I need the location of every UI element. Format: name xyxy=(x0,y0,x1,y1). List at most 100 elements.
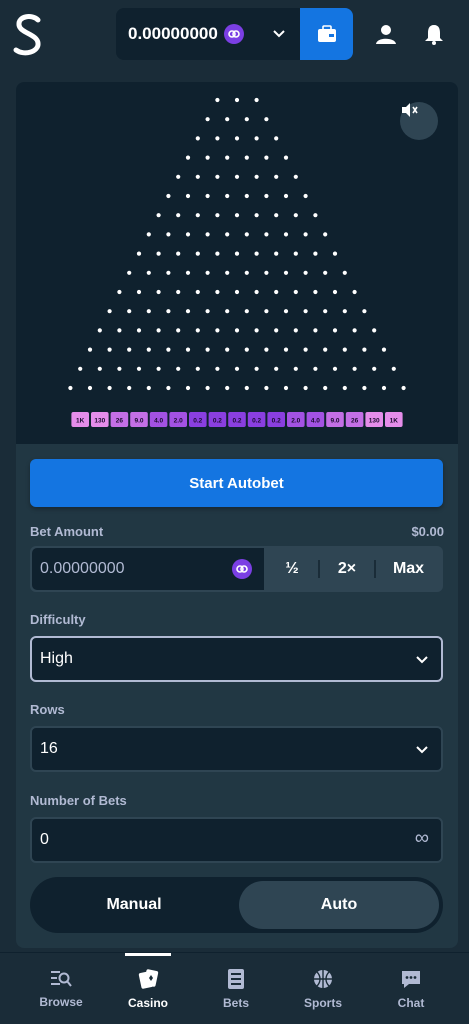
peg xyxy=(176,251,181,256)
peg xyxy=(264,193,269,199)
peg xyxy=(323,385,328,391)
peg xyxy=(293,174,298,179)
chevron-down-icon xyxy=(273,30,285,38)
sound-toggle-button[interactable] xyxy=(400,102,438,140)
peg xyxy=(352,328,357,333)
nav-bets-label: Bets xyxy=(222,996,249,1010)
difficulty-select[interactable]: High xyxy=(30,636,443,682)
nav-bets[interactable]: Bets xyxy=(189,953,283,1024)
peg xyxy=(136,251,142,256)
number-of-bets-input[interactable]: 0 ∞ xyxy=(30,817,443,863)
peg xyxy=(293,251,298,256)
bet-amount-input[interactable]: 0.00000000 xyxy=(32,548,264,590)
multiplier-slot: 4.0 xyxy=(149,412,168,427)
notifications-button[interactable] xyxy=(416,16,452,52)
peg xyxy=(97,366,102,371)
peg xyxy=(127,309,132,314)
wallet-button[interactable] xyxy=(300,8,353,60)
peg xyxy=(264,155,269,160)
peg xyxy=(264,117,269,122)
auto-tab[interactable]: Auto xyxy=(239,881,439,929)
peg xyxy=(215,213,220,218)
peg xyxy=(87,385,93,391)
nav-sports[interactable]: Sports xyxy=(276,953,370,1024)
peg xyxy=(195,289,200,295)
multiplier-slot: 0.2 xyxy=(208,412,227,427)
peg xyxy=(176,289,181,295)
user-button[interactable] xyxy=(368,16,404,52)
peg xyxy=(176,328,181,333)
peg xyxy=(195,174,200,179)
balance-selector[interactable]: 0.00000000 xyxy=(116,8,300,60)
peg xyxy=(362,385,367,391)
peg xyxy=(274,328,279,333)
peg xyxy=(254,213,259,218)
peg xyxy=(323,270,328,275)
multiplier-label: 1K xyxy=(390,418,399,425)
half-bet-button[interactable]: ½ xyxy=(266,548,318,590)
nav-browse[interactable]: Browse xyxy=(14,953,108,1024)
start-autobet-button[interactable]: Start Autobet xyxy=(30,459,443,507)
peg xyxy=(107,347,112,352)
multiplier-label: 0.2 xyxy=(193,418,202,425)
peg xyxy=(156,213,161,218)
peg xyxy=(166,347,171,352)
peg xyxy=(127,347,132,352)
peg xyxy=(323,347,328,352)
peg xyxy=(401,385,406,391)
mode-toggle: Manual Auto xyxy=(30,877,443,933)
peg xyxy=(225,232,230,237)
peg xyxy=(185,155,191,160)
peg xyxy=(293,213,298,218)
peg xyxy=(332,328,338,333)
multiplier-label: 2.0 xyxy=(291,418,300,425)
multiplier-slot: 1K xyxy=(71,412,89,427)
peg xyxy=(195,328,200,333)
peg xyxy=(274,251,279,256)
peg xyxy=(225,385,230,391)
peg xyxy=(303,232,308,237)
peg xyxy=(185,347,191,352)
peg xyxy=(215,136,220,141)
nav-chat[interactable]: Chat xyxy=(364,953,458,1024)
peg xyxy=(166,309,171,314)
peg xyxy=(362,347,367,352)
peg xyxy=(244,347,249,352)
nav-sports-label: Sports xyxy=(303,996,342,1010)
peg xyxy=(254,289,259,295)
manual-tab[interactable]: Manual xyxy=(34,881,234,929)
peg xyxy=(107,385,112,391)
peg xyxy=(274,174,279,179)
logo-icon[interactable] xyxy=(10,12,48,58)
peg xyxy=(136,328,142,333)
max-bet-button[interactable]: Max xyxy=(376,548,441,590)
peg xyxy=(313,251,318,256)
peg xyxy=(87,347,93,352)
peg xyxy=(274,213,279,218)
peg xyxy=(264,385,269,391)
rows-label: Rows xyxy=(30,702,65,717)
user-icon xyxy=(376,25,396,44)
casino-icon xyxy=(138,969,159,989)
peg xyxy=(205,309,210,314)
multiplier-label: 4.0 xyxy=(311,418,320,425)
peg xyxy=(166,232,171,237)
multiplier-label: 0.2 xyxy=(252,418,261,425)
bets-icon xyxy=(228,969,244,989)
peg xyxy=(342,270,347,275)
nav-casino[interactable]: Casino xyxy=(101,953,195,1024)
peg xyxy=(283,155,289,160)
peg xyxy=(303,347,308,352)
peg xyxy=(225,347,230,352)
peg xyxy=(254,366,259,371)
peg xyxy=(303,385,308,391)
peg xyxy=(283,385,289,391)
infinity-icon[interactable]: ∞ xyxy=(415,827,429,850)
peg xyxy=(215,97,220,103)
peg xyxy=(254,136,259,141)
multiplier-label: 9.0 xyxy=(330,418,339,425)
rows-value: 16 xyxy=(40,740,58,757)
rows-select[interactable]: 16 xyxy=(30,726,443,772)
double-bet-button[interactable]: 2× xyxy=(320,548,374,590)
peg xyxy=(225,270,230,275)
